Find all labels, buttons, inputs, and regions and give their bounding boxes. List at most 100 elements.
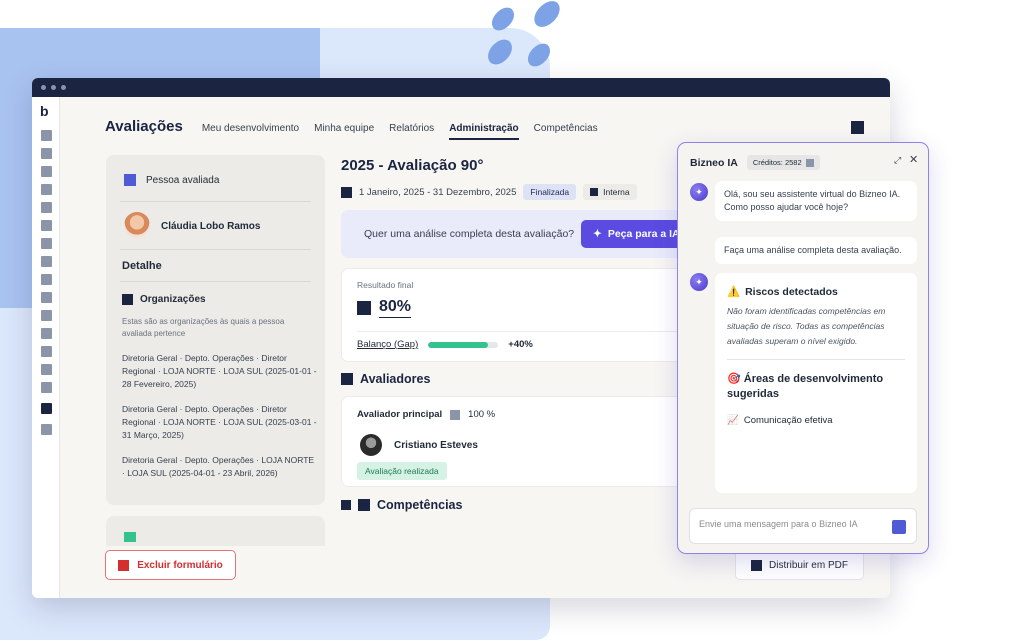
- avatar: [124, 212, 150, 238]
- result-value-row: 80%: [357, 298, 412, 318]
- gap-label[interactable]: Balanço (Gap): [357, 339, 418, 350]
- window-dot: [61, 85, 66, 90]
- organizations-title: Organizações: [140, 294, 206, 305]
- bot-avatar-icon: ✦: [690, 183, 708, 201]
- sidebar-item[interactable]: [41, 184, 52, 195]
- gap-value: +40%: [508, 339, 533, 350]
- sidebar-item[interactable]: [41, 130, 52, 141]
- target-icon: 🎯: [727, 373, 741, 385]
- person-icon: [124, 174, 136, 186]
- sidebar-item-evaluations[interactable]: [41, 403, 52, 414]
- send-icon[interactable]: [892, 520, 906, 534]
- window-dot: [51, 85, 56, 90]
- evaluation-period: 1 Janeiro, 2025 - 31 Dezembro, 2025: [359, 186, 517, 198]
- bot-analysis-message: ⚠️ Riscos detectados Não foram identific…: [715, 273, 917, 493]
- result-value: 80%: [379, 298, 412, 318]
- top-navigation: Avaliações Meu desenvolvimento Minha equ…: [105, 118, 613, 140]
- risks-title-label: Riscos detectados: [745, 285, 838, 298]
- results-card-collapsed[interactable]: [106, 516, 325, 546]
- sidebar-item[interactable]: [41, 256, 52, 267]
- evaluation-title: 2025 - Avaliação 90°: [341, 157, 484, 174]
- decor-drop: [528, 0, 566, 31]
- evaluator-avatar: [360, 434, 382, 456]
- sidebar-item[interactable]: [41, 364, 52, 375]
- gap-row: Balanço (Gap) +40%: [357, 339, 533, 350]
- organization-entry: Diretoria Geral · Depto. Operações · Dir…: [122, 404, 317, 440]
- tab-minha-equipe[interactable]: Minha equipe: [314, 123, 374, 138]
- chat-title: Bizneo IA: [690, 156, 738, 169]
- credits-label: Créditos: 2582: [752, 158, 802, 167]
- delete-form-label: Excluir formulário: [137, 559, 223, 571]
- ai-chat-panel: Bizneo IA Créditos: 2582 ⤢ ✕ ✦ Olá, sou …: [677, 142, 929, 554]
- chart-up-icon: 📈: [727, 415, 739, 426]
- tab-meu-desenvolvimento[interactable]: Meu desenvolvimento: [202, 123, 299, 138]
- sidebar-item[interactable]: [41, 328, 52, 339]
- sidebar-item[interactable]: [41, 382, 52, 393]
- evaluation-meta: 1 Janeiro, 2025 - 31 Dezembro, 2025 Fina…: [341, 184, 637, 200]
- evaluator-name: Cristiano Esteves: [394, 440, 478, 451]
- credits-badge: Créditos: 2582: [746, 155, 820, 170]
- tab-administracao[interactable]: Administração: [449, 123, 519, 140]
- warning-icon: ⚠️: [727, 286, 741, 298]
- evaluators-icon: [341, 373, 353, 385]
- evaluators-header: Avaliadores: [341, 372, 430, 386]
- organizations-header: Organizações: [122, 294, 206, 305]
- result-label: Resultado final: [357, 280, 414, 290]
- sidebar-item[interactable]: [41, 292, 52, 303]
- detail-title: Detalhe: [122, 260, 162, 272]
- sidebar-item[interactable]: [41, 238, 52, 249]
- result-card: Resultado final 80% Balanço (Gap) +40%: [341, 268, 701, 362]
- sidebar-item[interactable]: [41, 274, 52, 285]
- distribute-pdf-button[interactable]: Distribuir em PDF: [735, 550, 864, 580]
- credits-icon: [805, 158, 814, 167]
- ia-banner: Quer uma análise completa desta avaliaçã…: [341, 210, 711, 258]
- area-item-label: Comunicação efetiva: [743, 415, 833, 426]
- risks-title: ⚠️ Riscos detectados: [727, 285, 905, 299]
- areas-title-label: Áreas de desenvolvimento sugeridas: [727, 373, 884, 400]
- close-icon[interactable]: ✕: [909, 153, 918, 166]
- chat-message-input[interactable]: [699, 519, 879, 529]
- person-header-label: Pessoa avaliada: [146, 174, 220, 186]
- bizneo-logo-icon[interactable]: b: [40, 103, 49, 119]
- delete-form-button[interactable]: Excluir formulário: [105, 550, 236, 580]
- ask-ia-label: Peça para a IA: [607, 228, 680, 240]
- organization-entry: Diretoria Geral · Depto. Operações · LOJ…: [122, 455, 315, 478]
- sidebar-item[interactable]: [41, 346, 52, 357]
- sidebar-item[interactable]: [41, 220, 52, 231]
- sparkle-icon: ✦: [593, 228, 602, 240]
- stage: b Avaliações Meu desenvolvimento Minha e…: [0, 0, 1024, 643]
- ia-question: Quer uma análise completa desta avaliaçã…: [364, 228, 575, 240]
- expand-icon[interactable]: ⤢: [894, 155, 901, 166]
- evaluator-role: Avaliador principal: [357, 409, 443, 420]
- organization-icon: [122, 294, 133, 305]
- divider: [357, 331, 700, 332]
- bot-message: Olá, sou seu assistente virtual do Bizne…: [715, 181, 917, 221]
- chat-header: Bizneo IA Créditos: 2582: [690, 155, 820, 170]
- tab-relatorios[interactable]: Relatórios: [389, 123, 434, 138]
- evaluator-role-row: Avaliador principal 100 %: [357, 409, 495, 420]
- bot-avatar-icon: ✦: [690, 273, 708, 291]
- competencies-header[interactable]: Competências: [341, 498, 462, 512]
- window-dot: [41, 85, 46, 90]
- sidebar-item[interactable]: [41, 424, 52, 435]
- sidebar-item[interactable]: [41, 202, 52, 213]
- tab-competencias[interactable]: Competências: [534, 123, 598, 138]
- gap-progress-bar: [428, 341, 499, 348]
- trash-icon: [118, 559, 130, 571]
- sidebar-item[interactable]: [41, 310, 52, 321]
- area-item: 📈 Comunicação efetiva: [727, 414, 905, 427]
- sidebar-item[interactable]: [41, 148, 52, 159]
- page-title: Avaliações: [105, 118, 183, 135]
- user-message: Faça uma análise completa desta avaliaçã…: [715, 237, 917, 264]
- distribute-pdf-label: Distribuir em PDF: [769, 559, 848, 571]
- sidebar-item[interactable]: [41, 166, 52, 177]
- type-badge: Interna: [583, 184, 637, 200]
- user-menu-icon[interactable]: [851, 121, 864, 134]
- lock-icon: [590, 188, 599, 196]
- organization-entry: Diretoria Geral · Depto. Operações · Dir…: [122, 353, 317, 389]
- divider: [120, 281, 311, 282]
- pdf-icon: [751, 559, 763, 571]
- competencies-title: Competências: [377, 498, 463, 512]
- chevron-icon: [341, 500, 351, 510]
- window-titlebar: [32, 78, 890, 97]
